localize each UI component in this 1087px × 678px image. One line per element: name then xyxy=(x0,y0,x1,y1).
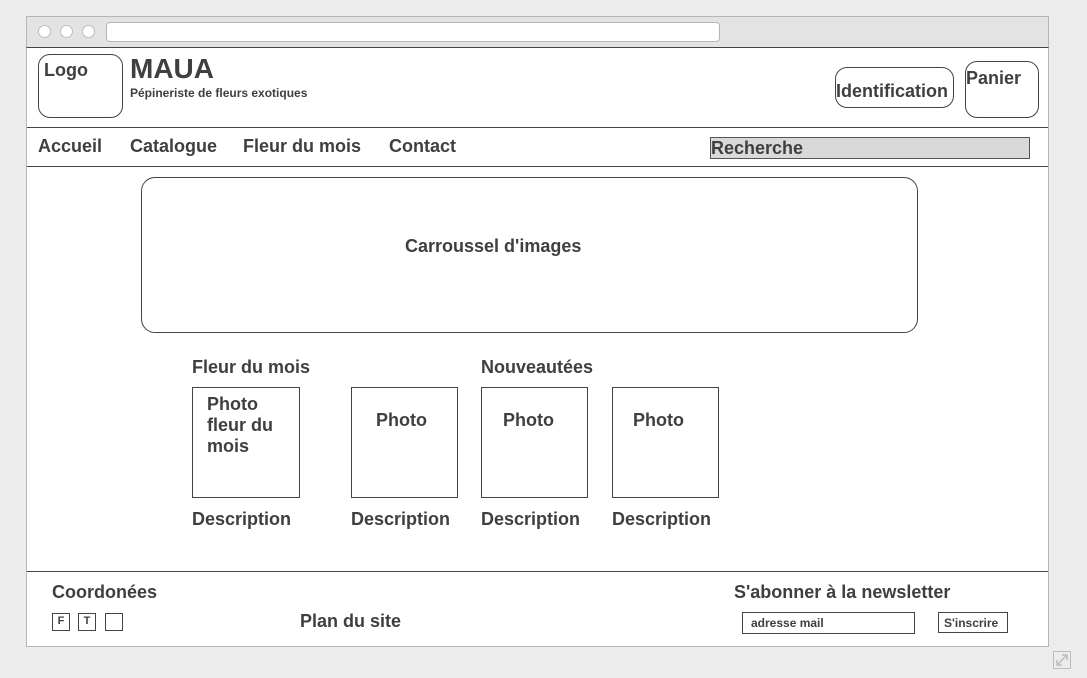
site-tagline: Pépineriste de fleurs exotiques xyxy=(130,86,308,100)
logo-label: Logo xyxy=(44,60,88,80)
search-input[interactable] xyxy=(710,137,1030,159)
subscribe-button[interactable]: S'inscrire xyxy=(938,612,1008,633)
identification-button[interactable]: Identification xyxy=(835,67,954,108)
newsletter-title: S'abonner à la newsletter xyxy=(734,582,951,602)
cart-label: Panier xyxy=(966,68,1022,88)
product-description: Description xyxy=(192,509,292,529)
product-photo[interactable] xyxy=(351,387,458,498)
nav-item-fleur-du-mois[interactable]: Fleur du mois xyxy=(243,136,361,157)
carousel-label: Carroussel d'images xyxy=(405,236,582,256)
nav-item-contact[interactable]: Contact xyxy=(389,136,456,157)
photo-label: Photo fleur du mois xyxy=(207,394,273,456)
cart-button[interactable]: Panier xyxy=(965,61,1039,118)
contact-info-title: Coordonées xyxy=(52,582,158,602)
address-bar[interactable] xyxy=(106,22,720,42)
product-description: Description xyxy=(612,509,712,529)
flower-of-month-title: Fleur du mois xyxy=(192,357,311,377)
social-icon[interactable] xyxy=(105,613,123,631)
photo-label: Photo xyxy=(503,410,554,430)
expand-diagonal-icon[interactable] xyxy=(1053,651,1071,669)
window-minimize-icon[interactable] xyxy=(60,25,73,38)
photo-label: Photo xyxy=(633,410,684,430)
nav-item-accueil[interactable]: Accueil xyxy=(38,136,102,157)
product-photo[interactable] xyxy=(481,387,588,498)
identification-label: Identification xyxy=(836,81,948,101)
product-description: Description xyxy=(351,509,451,529)
product-photo[interactable] xyxy=(612,387,719,498)
photo-label: Photo xyxy=(376,410,427,430)
footer-divider xyxy=(27,571,1048,572)
facebook-icon[interactable]: F xyxy=(52,613,70,631)
nav-item-catalogue[interactable]: Catalogue xyxy=(130,136,217,157)
window-maximize-icon[interactable] xyxy=(82,25,95,38)
site-title: MAUA xyxy=(130,53,214,84)
email-field[interactable] xyxy=(742,612,915,634)
nav-divider xyxy=(27,166,1048,167)
new-arrivals-title: Nouveautées xyxy=(481,357,594,377)
window-close-icon[interactable] xyxy=(38,25,51,38)
header-divider xyxy=(27,127,1048,128)
sitemap-link[interactable]: Plan du site xyxy=(300,611,401,632)
product-description: Description xyxy=(481,509,581,529)
twitter-icon[interactable]: T xyxy=(78,613,96,631)
